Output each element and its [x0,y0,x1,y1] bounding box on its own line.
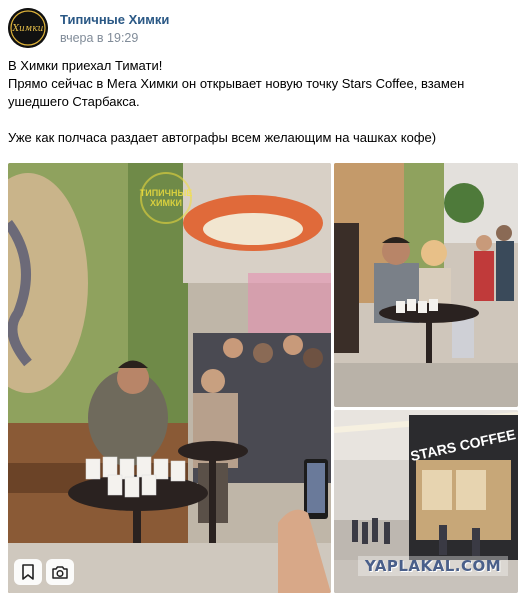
post-text: В Химки приехал Тимати! Прямо сейчас в М… [8,57,518,147]
post-time[interactable]: вчера в 19:29 [60,31,138,45]
avatar-label: Химки [12,24,44,34]
post-text-line: ушедшего Старбакса. [8,94,140,109]
watermark-logo-line: ХИМКИ [150,198,182,208]
watermark-logo: ТИПИЧНЫЕ ХИМКИ [140,172,192,224]
watermark-text: YAPLAKAL.COM [358,556,508,576]
bookmark-icon[interactable] [14,559,42,585]
post-text-line: В Химки приехал Тимати! [8,58,163,73]
avatar[interactable]: Химки [8,8,48,48]
photo-table[interactable] [334,163,518,407]
photo-actions [14,559,74,585]
author-name[interactable]: Типичные Химки [60,12,169,27]
photo-signing[interactable] [8,163,331,593]
post-header: Химки Типичные Химки вчера в 19:29 [8,8,508,48]
photo-gallery: STARS COFFEE [8,163,518,593]
camera-icon[interactable] [46,559,74,585]
post-text-line: Уже как полчаса раздает автографы всем ж… [8,130,437,145]
watermark-logo-line: ТИПИЧНЫЕ [139,188,193,198]
post-text-line: Прямо сейчас в Мега Химки он открывает н… [8,76,465,91]
